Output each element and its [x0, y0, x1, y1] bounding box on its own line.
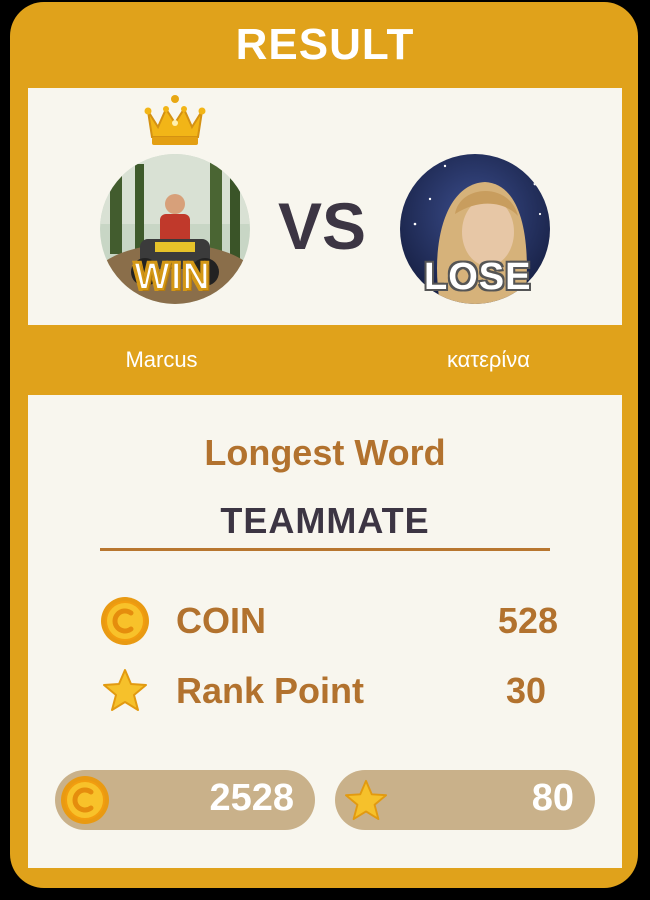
coin-reward-value: 528	[497, 600, 558, 641]
coin-icon	[101, 597, 149, 645]
rank-reward-label: Rank Point	[176, 670, 365, 711]
star-icon	[345, 779, 387, 821]
coin-reward-label: COIN	[176, 600, 266, 641]
crown-icon	[144, 95, 206, 145]
total-coins-value: 2528	[209, 777, 294, 819]
player-right-name: κατερίνα	[355, 325, 622, 395]
total-rank-points-value: 80	[531, 777, 574, 819]
win-badge: WIN	[133, 255, 211, 299]
rank-reward-value: 30	[505, 670, 546, 711]
result-title: RESULT	[235, 20, 415, 69]
longest-word-label: Longest Word	[204, 432, 446, 473]
longest-word-value: TEAMMATE	[220, 500, 430, 541]
vs-label: VS	[278, 189, 367, 263]
player-left-name: Marcus	[28, 325, 295, 395]
coin-icon	[61, 776, 109, 824]
divider	[100, 548, 550, 551]
star-icon	[103, 669, 147, 711]
lose-badge: LOSE	[424, 256, 532, 298]
